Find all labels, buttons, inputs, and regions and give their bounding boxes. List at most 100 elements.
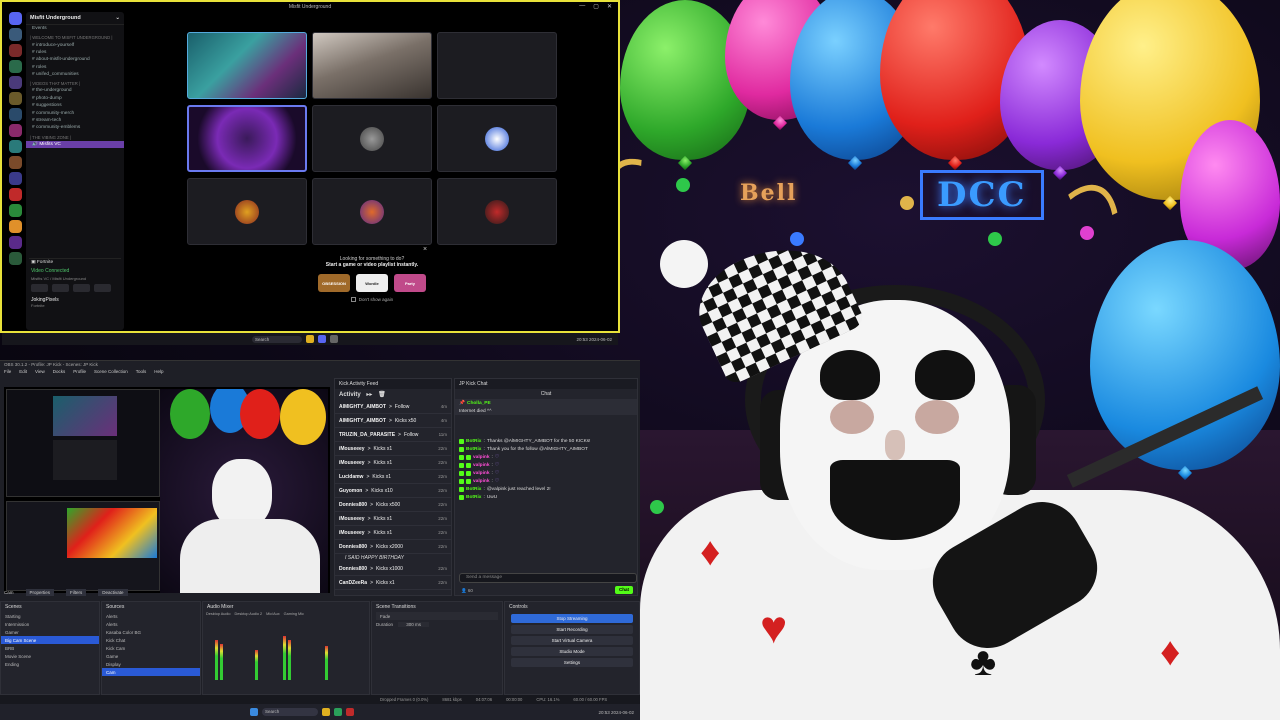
scene-item[interactable]: Gamer (1, 628, 99, 636)
menu-profile[interactable]: Profile (73, 369, 86, 377)
menu-view[interactable]: View (35, 369, 45, 377)
channel-photo-dump[interactable]: # photo-dump (26, 95, 124, 102)
channel-roles[interactable]: # roles (26, 64, 124, 71)
scene-item[interactable]: Starting (1, 612, 99, 620)
channel-the-underground[interactable]: # the-underground (26, 87, 124, 94)
server-icon[interactable] (8, 236, 22, 249)
channel-rules[interactable]: # rules (26, 49, 124, 56)
channel-suggestions[interactable]: # suggestions (26, 102, 124, 109)
channel-introduce-yourself[interactable]: # introduce-yourself (26, 41, 124, 48)
minimize-icon[interactable]: — (579, 3, 585, 10)
source-item[interactable]: Game (102, 652, 200, 660)
discord-window[interactable]: Misfit Underground — ▢ ✕ Misfit Undergro… (0, 0, 620, 333)
close-icon[interactable]: ✕ (607, 3, 612, 10)
server-icon[interactable] (8, 156, 22, 169)
scene-item-selected[interactable]: Big Cam Scene (1, 636, 99, 644)
server-icon[interactable] (8, 204, 22, 217)
events-link[interactable]: Events (26, 25, 124, 32)
feed-item[interactable]: iMouseeey > Kicks x1 22m (335, 442, 451, 456)
browser-icon[interactable] (334, 708, 342, 716)
server-icon[interactable] (8, 252, 22, 265)
server-icon[interactable] (8, 76, 22, 89)
tab-filters[interactable]: Filters (66, 588, 87, 596)
voice-channel-misfits-vc[interactable]: 🔊 Misfits VC (26, 140, 124, 148)
chat-input[interactable]: Send a message (459, 573, 637, 583)
feed-item[interactable]: CanDZeeRa > Kicks x1 22m (335, 576, 451, 590)
feed-item[interactable]: Lucidamw > Kicks x1 22m (335, 470, 451, 484)
server-icon[interactable] (8, 140, 22, 153)
scene-item[interactable]: BRB (1, 644, 99, 652)
feed-item[interactable]: Donnies800 > Kicks x2000 22m (335, 540, 451, 554)
server-icon[interactable] (8, 92, 22, 105)
voice-status[interactable]: Video Connected (29, 266, 121, 276)
channel-stream-tech[interactable]: # stream-tech (26, 117, 124, 124)
video-tile[interactable] (437, 32, 557, 99)
server-icon[interactable] (8, 124, 22, 137)
channel-unifed[interactable]: # unifed_communities (26, 71, 124, 78)
source-item[interactable]: Kasaba Color BG (102, 628, 200, 636)
video-tile[interactable] (437, 178, 557, 245)
obs-window[interactable]: OBS 30.1.2 - Profile: JP Kick - Scenes: … (0, 360, 640, 704)
channel-community-emblems[interactable]: # community-emblems (26, 124, 124, 131)
source-item[interactable]: Alerts (102, 620, 200, 628)
menu-scene-collection[interactable]: Scene Collection (94, 369, 128, 377)
server-icon[interactable] (8, 44, 22, 57)
video-tile[interactable] (187, 178, 307, 245)
video-tile[interactable] (312, 32, 432, 99)
activity-wordle[interactable]: Wordle (356, 274, 388, 292)
feed-item[interactable]: AlMIGHTY_AIMBOT > Kicks x50 4m (335, 414, 451, 428)
server-icon[interactable] (8, 108, 22, 121)
channel-category[interactable]: | The Vibing Zone | (26, 132, 124, 141)
menu-help[interactable]: Help (154, 369, 163, 377)
windows-start-icon[interactable] (250, 708, 258, 716)
video-tile[interactable] (437, 105, 557, 172)
chevron-down-icon[interactable]: ⌄ (115, 15, 120, 21)
tab-properties[interactable]: Properties (25, 588, 55, 596)
close-icon[interactable]: × (423, 246, 427, 253)
dont-show-again[interactable]: Don't show again (302, 297, 442, 302)
start-recording-button[interactable]: Start Recording (511, 625, 633, 634)
chat-send-button[interactable]: Chat (615, 586, 633, 594)
menu-file[interactable]: File (4, 369, 11, 377)
menu-docks[interactable]: Docks (53, 369, 66, 377)
server-icon[interactable] (8, 172, 22, 185)
play-icon[interactable]: ▸▸ (366, 392, 372, 398)
obs-taskbar-icon[interactable] (346, 708, 354, 716)
feed-item[interactable]: Donnies800 > Kicks x500 22m (335, 498, 451, 512)
taskbar-search[interactable]: Search (252, 335, 302, 343)
taskbar-search[interactable]: Search (262, 708, 318, 716)
video-tile[interactable] (187, 105, 307, 172)
source-item[interactable]: Alerts (102, 612, 200, 620)
server-icon[interactable] (8, 220, 22, 233)
channel-category[interactable]: | Videos That Matter | (26, 78, 124, 87)
video-tile[interactable] (187, 32, 307, 99)
channel-about[interactable]: # about-misfit-underground (26, 56, 124, 63)
activity-obsession[interactable]: OBSESSION (318, 274, 350, 292)
checkbox-icon[interactable] (350, 297, 356, 302)
start-virtual-camera-button[interactable]: Start Virtual Camera (511, 636, 633, 645)
studio-mode-button[interactable]: Studio Mode (511, 647, 633, 656)
discord-taskbar-icon[interactable] (318, 335, 326, 343)
feed-item[interactable]: Donnies800 > Kicks x1000 22m (335, 562, 451, 576)
server-icon[interactable] (8, 28, 22, 41)
video-tile[interactable] (312, 178, 432, 245)
trash-icon[interactable]: 🗑 (378, 392, 386, 398)
video-tile[interactable] (312, 105, 432, 172)
channel-community-merch[interactable]: # community-merch (26, 109, 124, 116)
menu-tools[interactable]: Tools (136, 369, 147, 377)
channel-category[interactable]: | Welcome To Misfit Underground | (26, 32, 124, 41)
maximize-icon[interactable]: ▢ (593, 3, 599, 10)
activity-party[interactable]: Party (394, 274, 426, 292)
activity-button[interactable] (73, 284, 90, 292)
camera-button[interactable] (31, 284, 48, 292)
source-item-selected[interactable]: Cam (102, 668, 200, 676)
settings-button[interactable]: Settings (511, 658, 633, 667)
duration-input[interactable]: 300 ms (398, 621, 430, 627)
transition-select[interactable]: Fade (376, 612, 498, 620)
scene-item[interactable]: Intermission (1, 620, 99, 628)
file-explorer-icon[interactable] (306, 335, 314, 343)
soundboard-button[interactable] (94, 284, 111, 292)
stop-streaming-button[interactable]: Stop Streaming (511, 614, 633, 623)
menu-edit[interactable]: Edit (19, 369, 27, 377)
feed-item[interactable]: Guyomon > Kicks x10 22m (335, 484, 451, 498)
